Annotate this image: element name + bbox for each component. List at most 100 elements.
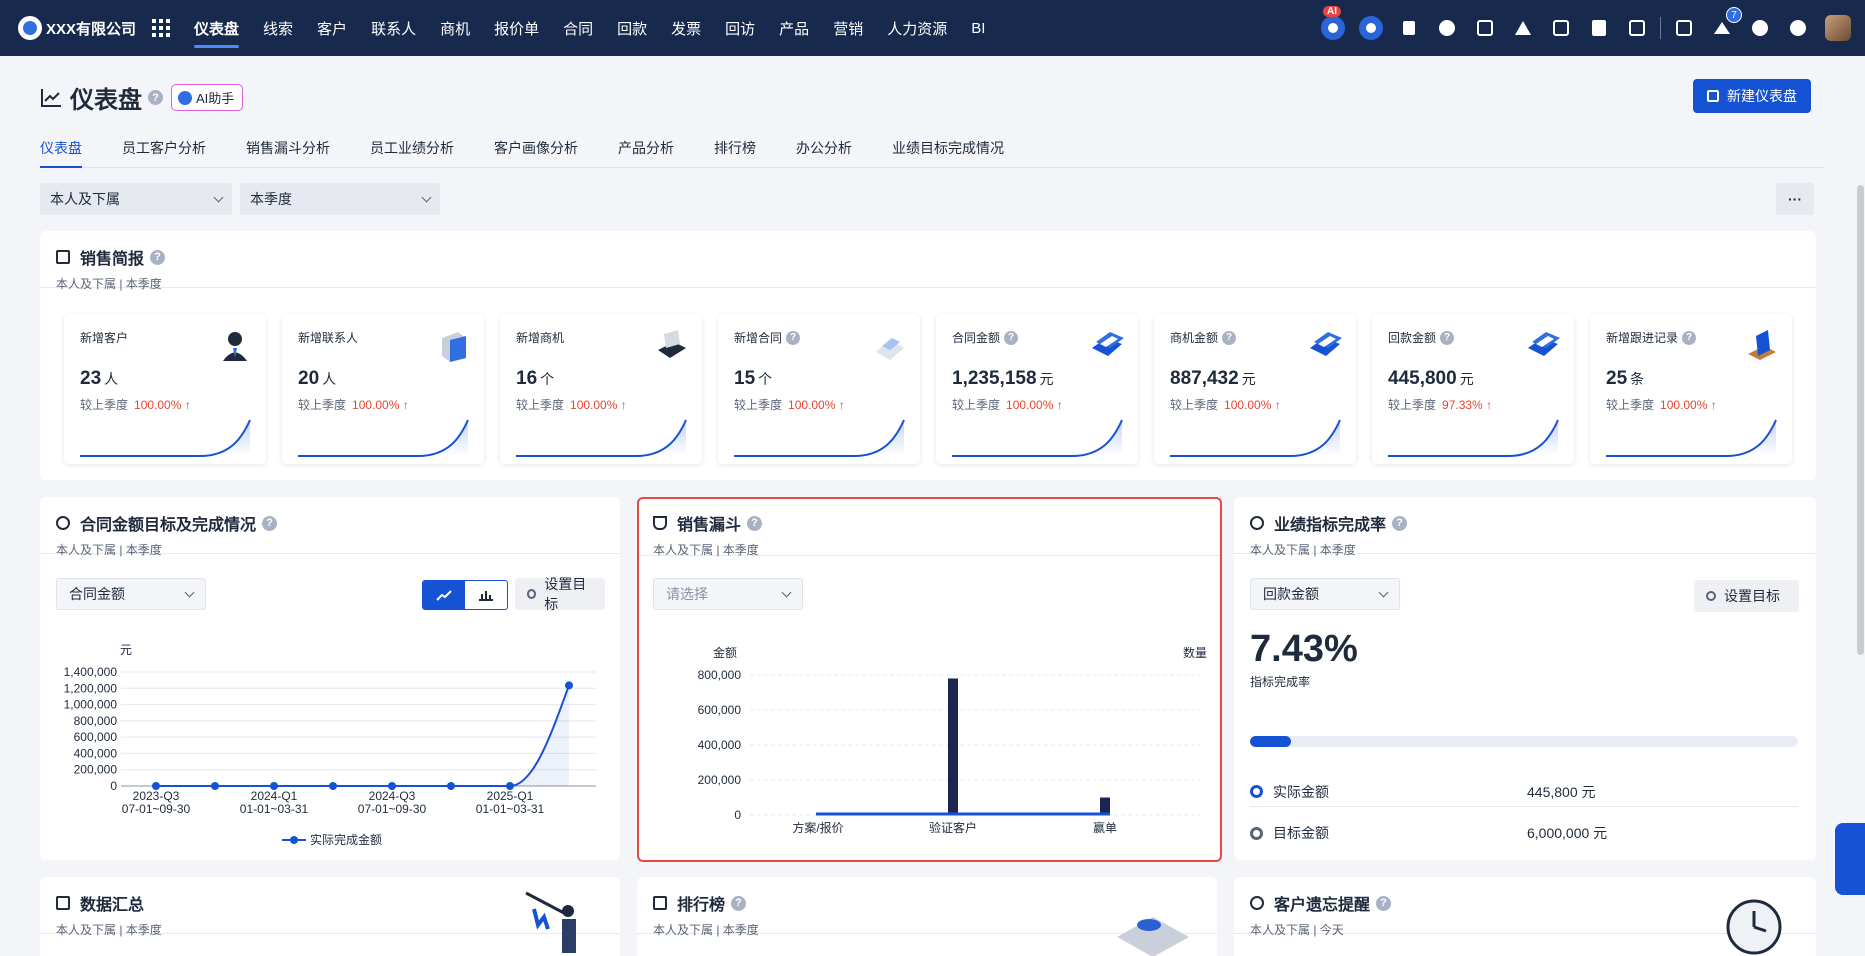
tab[interactable]: 排行榜 xyxy=(714,138,756,167)
kpi-progress-bar xyxy=(1250,736,1798,747)
help-icon[interactable]: ? xyxy=(747,515,763,531)
nav-item[interactable]: 报价单 xyxy=(482,0,551,56)
data-point[interactable] xyxy=(565,681,573,690)
tab[interactable]: 客户画像分析 xyxy=(494,138,578,167)
help-icon[interactable]: ? xyxy=(1682,330,1697,345)
help-icon[interactable]: ? xyxy=(786,330,801,345)
nav-item[interactable]: 营销 xyxy=(821,0,875,56)
data-point[interactable] xyxy=(211,782,219,790)
nav-item[interactable]: 合同 xyxy=(551,0,605,56)
floating-side-tools[interactable] xyxy=(1835,823,1865,895)
help-icon[interactable]: ? xyxy=(731,895,747,911)
arrow-up-icon: ↑ xyxy=(402,398,409,412)
contract-metric-select[interactable]: 合同金额 xyxy=(56,578,206,610)
bar-chart-icon xyxy=(653,896,667,910)
settings-gear-icon[interactable] xyxy=(1786,16,1810,40)
stat-tile[interactable]: 新增客户 23 人较上季度 100.00% ↑ xyxy=(64,314,266,464)
line-chart-toggle[interactable] xyxy=(423,581,465,609)
globe-icon[interactable] xyxy=(1435,16,1459,40)
new-dashboard-button[interactable]: 新建仪表盘 xyxy=(1693,79,1811,113)
tab[interactable]: 销售漏斗分析 xyxy=(246,138,330,167)
tab[interactable]: 员工业绩分析 xyxy=(370,138,454,167)
scope-value: 本人及下属 xyxy=(50,191,120,207)
user-card-icon[interactable] xyxy=(1511,16,1535,40)
stat-tile[interactable]: 新增跟进记录? 25 条较上季度 100.00% ↑ xyxy=(1590,314,1792,464)
ai-robot-icon[interactable]: AI xyxy=(1321,6,1345,40)
stat-tile[interactable]: 新增联系人 20 人较上季度 100.00% ↑ xyxy=(282,314,484,464)
ai-helper-button[interactable]: AI助手 xyxy=(171,84,244,111)
nav-item[interactable]: 人力资源 xyxy=(875,0,959,56)
nav-item[interactable]: 客户 xyxy=(305,0,359,56)
scope-select[interactable]: 本人及下属 xyxy=(40,183,232,215)
nav-item[interactable]: 线索 xyxy=(251,0,305,56)
nav-item[interactable]: 回款 xyxy=(605,0,659,56)
nav-item[interactable]: 仪表盘 xyxy=(182,0,251,56)
notes-icon[interactable] xyxy=(1549,16,1573,40)
stat-tile[interactable]: 合同金额? 1,235,158 元较上季度 100.00% ↑ xyxy=(936,314,1138,464)
target-value: 6,000,000 元 xyxy=(1527,825,1608,841)
chevron-down-icon xyxy=(213,192,224,202)
help-icon[interactable]: ? xyxy=(1376,895,1392,911)
marker-icon[interactable] xyxy=(1397,16,1421,40)
legend-label[interactable]: 实际完成金额 xyxy=(310,832,382,847)
period-select[interactable]: 本季度 xyxy=(240,183,440,215)
y-tick-label: 600,000 xyxy=(74,730,118,744)
main-nav: 仪表盘 线索 客户 联系人 商机 报价单 合同 回款 发票 回访 产品 营销 人力资源 BI xyxy=(182,0,997,56)
help-icon[interactable]: ? xyxy=(1392,515,1408,531)
data-point[interactable] xyxy=(447,782,455,790)
phone-icon[interactable] xyxy=(1587,16,1611,40)
help-icon[interactable]: ? xyxy=(150,249,166,265)
stat-tile[interactable]: 回款金额? 445,800 元较上季度 97.33% ↑ xyxy=(1372,314,1574,464)
nav-item[interactable]: BI xyxy=(959,0,997,56)
bar[interactable] xyxy=(1100,797,1110,816)
arrow-up-icon: ↑ xyxy=(1056,398,1063,412)
nav-item[interactable]: 联系人 xyxy=(359,0,428,56)
funnel-select[interactable]: 请选择 xyxy=(653,578,803,610)
company-logo[interactable]: XXX有限公司 xyxy=(18,16,136,40)
data-point[interactable] xyxy=(329,782,337,790)
tab[interactable]: 员工客户分析 xyxy=(122,138,206,167)
x-tick-sublabel: 01-01~03-31 xyxy=(240,802,309,816)
calendar-check-icon[interactable] xyxy=(1473,16,1497,40)
more-options-button[interactable]: ··· xyxy=(1776,183,1814,215)
report-icon[interactable] xyxy=(1672,16,1696,40)
apps-grid-icon[interactable] xyxy=(152,19,171,37)
nav-item[interactable]: 发票 xyxy=(659,0,713,56)
kpi-metric-select[interactable]: 回款金额 xyxy=(1250,578,1400,610)
card-title: 业绩指标完成率 xyxy=(1274,517,1387,534)
set-target-button[interactable]: 设置目标 xyxy=(515,576,605,612)
help-icon[interactable]: ? xyxy=(148,90,163,105)
help-icon[interactable]: ? xyxy=(1004,330,1019,345)
chevron-down-icon xyxy=(1378,587,1389,597)
bar-chart-toggle[interactable] xyxy=(465,581,507,609)
tab[interactable]: 仪表盘 xyxy=(40,138,82,168)
sparkline xyxy=(734,419,905,457)
y-axis-label: 金额 xyxy=(713,645,737,660)
stat-tile[interactable]: 商机金额? 887,432 元较上季度 100.00% ↑ xyxy=(1154,314,1356,464)
contract-line-chart: 元1,400,000 1,200,000 1,000,000 800,000 600,0… xyxy=(64,643,596,847)
x-tick-label: 2024-Q3 xyxy=(369,789,416,803)
help-icon[interactable]: ? xyxy=(262,515,278,531)
stat-tile[interactable]: 新增合同? 15 个较上季度 100.00% ↑ xyxy=(718,314,920,464)
stat-tile[interactable]: 新增商机 16 个较上季度 100.00% ↑ xyxy=(500,314,702,464)
help-icon[interactable] xyxy=(1748,16,1772,40)
bar[interactable] xyxy=(948,678,958,816)
series-line xyxy=(156,685,570,787)
page-header: 仪表盘 ? AI助手 xyxy=(40,80,244,115)
user-avatar[interactable] xyxy=(1825,15,1851,41)
help-icon[interactable]: ? xyxy=(1440,330,1455,345)
help-icon[interactable]: ? xyxy=(1222,330,1237,345)
calendar-icon[interactable] xyxy=(1625,16,1649,40)
nav-item[interactable]: 回访 xyxy=(713,0,767,56)
bell-icon[interactable]: 7 xyxy=(1710,7,1742,40)
sparkline xyxy=(1606,419,1777,457)
nav-item[interactable]: 产品 xyxy=(767,0,821,56)
tab[interactable]: 产品分析 xyxy=(618,138,674,167)
nav-item[interactable]: 商机 xyxy=(428,0,482,56)
page-scrollbar[interactable] xyxy=(1857,185,1864,655)
y-tick-label: 800,000 xyxy=(74,714,118,728)
kpi-set-target-button[interactable]: 设置目标 xyxy=(1694,580,1799,612)
tab[interactable]: 办公分析 xyxy=(796,138,852,167)
chat-icon[interactable] xyxy=(1359,16,1383,40)
tab[interactable]: 业绩目标完成情况 xyxy=(892,138,1004,167)
